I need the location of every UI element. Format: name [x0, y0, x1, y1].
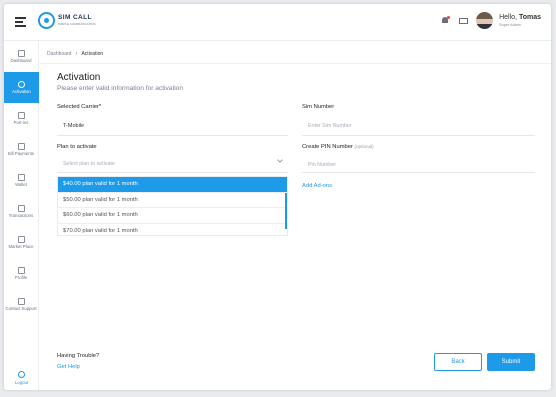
dropdown-scrollbar[interactable]: [285, 193, 287, 229]
sim-number-input[interactable]: Enter Sim Number: [308, 123, 352, 129]
play-box-icon: [17, 111, 25, 119]
sidebar-item-profile[interactable]: Profile: [4, 258, 38, 289]
top-bar: SIM CALL SIMPLE COMMUNICATION Hello, Tom…: [4, 4, 551, 41]
plan-dropdown: $40.00 plan valid for 1 month $50.00 pla…: [57, 176, 288, 236]
plan-option[interactable]: $60.00 plan valid for 1 month: [58, 208, 287, 224]
plan-select[interactable]: Select plan to activate: [57, 155, 288, 167]
sim-label: Sim Number: [302, 104, 335, 110]
menu-icon[interactable]: [15, 17, 26, 27]
sim-underline: [302, 135, 535, 136]
app-logo[interactable]: SIM CALL SIMPLE COMMUNICATION: [38, 12, 96, 29]
breadcrumb-current: Activation: [81, 51, 104, 57]
page-subtitle: Please enter valid information for activ…: [57, 85, 184, 92]
carrier-field[interactable]: T-Mobile: [63, 123, 84, 129]
logo-icon: [38, 12, 55, 29]
submit-button[interactable]: Submit: [487, 353, 535, 371]
sidebar-item-port-ins[interactable]: Port-ins: [4, 103, 38, 134]
divider: [39, 63, 551, 64]
sidebar-item-market-place[interactable]: Market Place: [4, 227, 38, 258]
phone-icon: [18, 80, 25, 88]
main-content: Dashboard › Activation Activation Please…: [39, 41, 551, 390]
grid-icon: [17, 49, 25, 57]
pin-label-text: Create PIN Number: [302, 144, 353, 150]
greeting: Hello,: [499, 14, 517, 22]
pin-optional: (optional): [354, 144, 374, 149]
breadcrumb: Dashboard › Activation: [47, 51, 103, 57]
plan-label: Plan to activate: [57, 144, 97, 150]
money-icon: [17, 142, 25, 150]
plan-underline: [57, 172, 288, 173]
pin-number-input[interactable]: Pin Number: [308, 162, 336, 168]
chevron-right-icon: ›: [75, 51, 78, 57]
sidebar-item-wallet[interactable]: Wallet: [4, 165, 38, 196]
pin-underline: [302, 172, 535, 173]
chevron-down-icon: [277, 157, 283, 163]
pin-label: Create PIN Number (optional): [302, 144, 374, 150]
wallet-icon: [17, 173, 25, 181]
plan-select-placeholder: Select plan to activate: [63, 161, 115, 167]
headset-icon: [17, 297, 25, 305]
user-icon: [17, 266, 25, 274]
plan-option[interactable]: $70.00 plan valid for 1 month: [58, 224, 287, 236]
sidebar-item-contact-support[interactable]: Contact Support: [4, 289, 38, 320]
store-icon: [17, 235, 25, 243]
logo-subtitle: SIMPLE COMMUNICATION: [58, 21, 96, 26]
app-window: SIM CALL SIMPLE COMMUNICATION Hello, Tom…: [4, 4, 551, 390]
carrier-underline: [57, 135, 288, 136]
carrier-label: Selected Carrier*: [57, 104, 102, 110]
back-button[interactable]: Back: [434, 353, 482, 371]
power-icon: [18, 370, 25, 378]
sidebar-item-logout[interactable]: Logout: [4, 365, 39, 390]
sidebar-item-dashboard[interactable]: Dashboard: [4, 41, 38, 72]
avatar[interactable]: [476, 12, 494, 29]
get-help-link[interactable]: Get Help: [57, 364, 80, 370]
plan-option[interactable]: $50.00 plan valid for 1 month: [58, 193, 287, 208]
sidebar-item-bill-payments[interactable]: Bill Payments: [4, 134, 38, 165]
sidebar-item-transactions[interactable]: Transactions: [4, 196, 38, 227]
trouble-text: Having Trouble?: [57, 353, 100, 359]
transfer-icon: [17, 204, 25, 212]
sidebar-item-activation[interactable]: Activation: [4, 72, 39, 103]
add-ons-link[interactable]: Add Ad-ons: [302, 183, 332, 189]
user-role: Super Admin: [499, 22, 521, 27]
user-name: Tomas: [518, 14, 541, 22]
sidebar: Dashboard Activation Port-ins Bill Payme…: [4, 41, 39, 390]
page-title: Activation: [57, 72, 101, 83]
notification-bell-icon[interactable]: [441, 16, 451, 25]
mail-icon[interactable]: [459, 17, 469, 24]
breadcrumb-dashboard[interactable]: Dashboard: [47, 51, 71, 57]
logo-title: SIM CALL: [58, 14, 92, 22]
plan-option[interactable]: $40.00 plan valid for 1 month: [58, 177, 287, 193]
user-menu[interactable]: Hello, Tomas Super Admin: [499, 14, 541, 26]
